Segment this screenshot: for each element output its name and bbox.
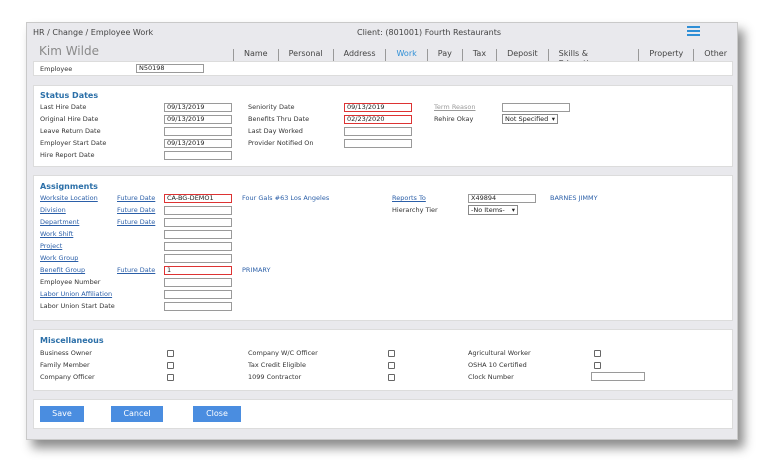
contractor-1099-checkbox[interactable]	[388, 374, 395, 381]
save-button[interactable]: Save	[40, 406, 84, 422]
miscellaneous-title: Miscellaneous	[40, 336, 104, 345]
reports-to-link[interactable]: Reports To	[392, 194, 426, 202]
worksite-location-link[interactable]: Worksite Location	[40, 194, 98, 202]
company-wc-officer-checkbox[interactable]	[388, 350, 395, 357]
seniority-date-label: Seniority Date	[248, 103, 295, 111]
hierarchy-tier-value: -No Items-	[471, 206, 505, 214]
company-officer-label: Company Officer	[40, 373, 95, 381]
status-dates-panel: Status Dates Last Hire Date 09/13/2019 O…	[33, 85, 733, 167]
department-field[interactable]	[164, 218, 232, 227]
agricultural-worker-label: Agricultural Worker	[468, 349, 531, 357]
last-day-worked-label: Last Day Worked	[248, 127, 303, 135]
employee-field[interactable]: N50198	[136, 64, 204, 73]
employee-name: Kim Wilde	[39, 44, 99, 58]
original-hire-date-field[interactable]: 09/13/2019	[164, 115, 232, 124]
leave-return-date-field[interactable]	[164, 127, 232, 136]
contractor-1099-label: 1099 Contractor	[248, 373, 302, 381]
reports-to-field[interactable]: X49894	[468, 194, 536, 203]
rehire-okay-select[interactable]: Not Specified ▾	[502, 114, 558, 124]
last-hire-date-field[interactable]: 09/13/2019	[164, 103, 232, 112]
term-reason-field[interactable]	[502, 103, 570, 112]
last-day-worked-field[interactable]	[344, 127, 412, 136]
benefit-group-future-date-link[interactable]: Future Date	[117, 266, 155, 274]
rehire-okay-value: Not Specified	[505, 115, 549, 123]
labor-union-affiliation-link[interactable]: Labor Union Affiliation	[40, 290, 112, 298]
labor-union-start-date-field[interactable]	[164, 302, 232, 311]
rehire-okay-label: Rehire Okay	[434, 115, 474, 123]
hierarchy-tier-select[interactable]: -No Items- ▾	[468, 205, 518, 215]
benefits-thru-date-label: Benefits Thru Date	[248, 115, 310, 123]
tax-credit-eligible-checkbox[interactable]	[388, 362, 395, 369]
work-shift-field[interactable]	[164, 230, 232, 239]
client-label: Client: (801001) Fourth Restaurants	[357, 28, 502, 37]
department-link[interactable]: Department	[40, 218, 79, 226]
tax-credit-eligible-label: Tax Credit Eligible	[248, 361, 306, 369]
clock-number-label: Clock Number	[468, 373, 514, 381]
family-member-checkbox[interactable]	[167, 362, 174, 369]
employee-panel: Employee N50198	[33, 61, 733, 76]
business-owner-label: Business Owner	[40, 349, 92, 357]
osha-10-certified-checkbox[interactable]	[594, 362, 601, 369]
division-link[interactable]: Division	[40, 206, 66, 214]
benefit-group-field[interactable]: 1	[164, 266, 232, 275]
worksite-location-desc: Four Gals #63 Los Angeles	[242, 194, 330, 202]
labor-union-affiliation-field[interactable]	[164, 290, 232, 299]
status-dates-title: Status Dates	[40, 91, 99, 100]
hierarchy-tier-label: Hierarchy Tier	[392, 206, 438, 214]
employer-start-date-label: Employer Start Date	[40, 139, 107, 147]
menu-list-icon[interactable]	[687, 26, 700, 37]
worksite-location-field[interactable]: CA-BG-DEMO1	[164, 194, 232, 203]
reports-to-desc: BARNES JIMMY	[550, 194, 598, 202]
provider-notified-on-label: Provider Notified On	[248, 139, 314, 147]
clock-number-field[interactable]	[591, 372, 645, 381]
work-shift-link[interactable]: Work Shift	[40, 230, 73, 238]
assignments-title: Assignments	[40, 182, 98, 191]
osha-10-certified-label: OSHA 10 Certified	[468, 361, 527, 369]
labor-union-start-date-label: Labor Union Start Date	[40, 302, 115, 310]
work-group-field[interactable]	[164, 254, 232, 263]
employee-label: Employee	[40, 65, 73, 73]
title-bar: HR / Change / Employee Work Client: (801…	[27, 23, 737, 43]
division-field[interactable]	[164, 206, 232, 215]
business-owner-checkbox[interactable]	[167, 350, 174, 357]
original-hire-date-label: Original Hire Date	[40, 115, 99, 123]
project-link[interactable]: Project	[40, 242, 62, 250]
work-group-link[interactable]: Work Group	[40, 254, 78, 262]
company-wc-officer-label: Company W/C Officer	[248, 349, 318, 357]
employee-number-label: Employee Number	[40, 278, 101, 286]
benefit-group-desc: PRIMARY	[242, 266, 271, 274]
employee-work-window: HR / Change / Employee Work Client: (801…	[26, 22, 738, 440]
benefit-group-link[interactable]: Benefit Group	[40, 266, 85, 274]
family-member-label: Family Member	[40, 361, 90, 369]
action-bar: Save Cancel Close	[33, 399, 733, 429]
worksite-future-date-link[interactable]: Future Date	[117, 194, 155, 202]
seniority-date-field[interactable]: 09/13/2019	[344, 103, 412, 112]
employee-number-field[interactable]	[164, 278, 232, 287]
division-future-date-link[interactable]: Future Date	[117, 206, 155, 214]
last-hire-date-label: Last Hire Date	[40, 103, 87, 111]
employer-start-date-field[interactable]: 09/13/2019	[164, 139, 232, 148]
chevron-down-icon: ▾	[511, 206, 515, 214]
cancel-button[interactable]: Cancel	[111, 406, 163, 422]
leave-return-date-label: Leave Return Date	[40, 127, 101, 135]
close-button[interactable]: Close	[193, 406, 241, 422]
provider-notified-on-field[interactable]	[344, 139, 412, 148]
department-future-date-link[interactable]: Future Date	[117, 218, 155, 226]
benefits-thru-date-field[interactable]: 02/23/2020	[344, 115, 412, 124]
chevron-down-icon: ▾	[551, 115, 555, 123]
term-reason-link[interactable]: Term Reason	[434, 103, 476, 111]
hire-report-date-label: Hire Report Date	[40, 151, 95, 159]
hire-report-date-field[interactable]	[164, 151, 232, 160]
company-officer-checkbox[interactable]	[167, 374, 174, 381]
agricultural-worker-checkbox[interactable]	[594, 350, 601, 357]
project-field[interactable]	[164, 242, 232, 251]
miscellaneous-panel: Miscellaneous Business Owner Family Memb…	[33, 329, 733, 391]
assignments-panel: Assignments Worksite Location Future Dat…	[33, 175, 733, 321]
breadcrumb: HR / Change / Employee Work	[33, 28, 154, 37]
